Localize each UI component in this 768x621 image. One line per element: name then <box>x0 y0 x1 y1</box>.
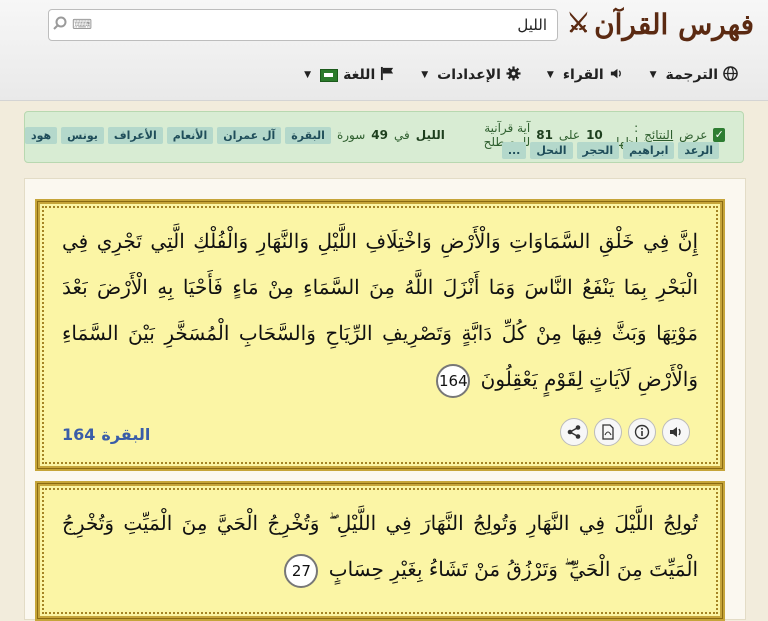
more-surahs-button[interactable]: ... <box>501 142 527 159</box>
verse-tools <box>560 418 690 446</box>
nav-language-label: اللغة <box>343 67 376 83</box>
results-prefix: عرض <box>679 128 708 142</box>
audio-icon[interactable] <box>662 418 690 446</box>
surah-chip[interactable]: ابراهيم <box>623 142 675 159</box>
surah-chip[interactable]: الأنعام <box>166 126 214 144</box>
top-header: فهرس القرآن ⚔ ⌨ الترجمة ▼ القراء ▼ <box>0 0 768 101</box>
verse-text: تُولِجُ اللَّيْلَ فِي النَّهَارِ وَتُولِ… <box>62 511 698 581</box>
total-count: 81 <box>536 128 553 142</box>
surah-chip[interactable]: يونس <box>61 126 104 144</box>
nav-settings-label: الإعدادات <box>437 67 501 83</box>
surah-chip[interactable]: البقرة <box>285 126 331 144</box>
checkbox-icon[interactable]: ✓ <box>713 128 725 142</box>
surah-chip[interactable]: آل عمران <box>217 126 282 144</box>
globe-icon <box>723 65 738 85</box>
verse-number-badge: 27 <box>284 553 319 588</box>
results-link[interactable]: النتائج <box>644 128 673 142</box>
main-nav: الترجمة ▼ القراء ▼ الإعدادات ▼ اللغة ▼ <box>304 60 738 90</box>
shown-count: 10 <box>586 128 603 142</box>
of-word: على <box>558 128 581 142</box>
surah-chip[interactable]: الأعراف <box>107 126 163 144</box>
site-brand[interactable]: فهرس القرآن ⚔ <box>567 4 754 44</box>
surah-word: سورة <box>336 128 366 142</box>
nav-language[interactable]: اللغة ▼ <box>304 66 395 85</box>
saudi-flag-icon <box>320 68 339 82</box>
nav-reciters[interactable]: القراء ▼ <box>547 66 624 85</box>
surah-count: 49 <box>371 128 388 142</box>
ayah-number[interactable]: 164 <box>62 425 95 444</box>
speaker-icon <box>609 66 624 85</box>
surah-chip[interactable]: هود <box>24 126 58 144</box>
surah-chip[interactable]: الحجر <box>576 142 620 159</box>
search-icon[interactable] <box>49 16 71 34</box>
verse-card: إِنَّ فِي خَلْقِ السَّمَاوَاتِ وَالْأَرْ… <box>35 199 725 471</box>
verse-text-block: إِنَّ فِي خَلْقِ السَّمَاوَاتِ وَالْأَرْ… <box>62 218 698 402</box>
surah-chips-row1: البقرة آل عمران الأنعام الأعراف يونس هود <box>24 126 331 144</box>
verse-text-block: تُولِجُ اللَّيْلَ فِي النَّهَارِ وَتُولِ… <box>62 500 698 592</box>
verse-text: إِنَّ فِي خَلْقِ السَّمَاوَاتِ وَالْأَرْ… <box>62 229 698 391</box>
keyboard-icon[interactable]: ⌨ <box>71 17 93 33</box>
surah-chip[interactable]: النحل <box>530 142 573 159</box>
pdf-icon[interactable] <box>594 418 622 446</box>
search-term: الليل <box>415 128 445 142</box>
chevron-down-icon: ▼ <box>649 70 657 80</box>
nav-translation[interactable]: الترجمة ▼ <box>649 65 738 85</box>
chevron-down-icon: ▼ <box>546 70 554 80</box>
chevron-down-icon: ▼ <box>421 70 429 80</box>
verse-number-badge: 164 <box>436 363 471 398</box>
surah-chips-row2: الرعد ابراهيم الحجر النحل ... <box>501 142 719 159</box>
share-icon[interactable] <box>560 418 588 446</box>
chevron-down-icon: ▼ <box>304 70 312 80</box>
flag-icon <box>380 66 395 85</box>
verse-reference[interactable]: البقرة 164 <box>62 425 150 444</box>
info-icon[interactable] <box>628 418 656 446</box>
nav-reciters-label: القراء <box>562 67 604 83</box>
verses-list: إِنَّ فِي خَلْقِ السَّمَاوَاتِ وَالْأَرْ… <box>24 178 746 621</box>
surah-name[interactable]: البقرة <box>101 425 150 444</box>
nav-translation-label: الترجمة <box>665 67 718 83</box>
nav-settings[interactable]: الإعدادات ▼ <box>421 65 521 85</box>
results-summary: ✓ عرض النتائج : إظهار 10 على 81 آية قرآن… <box>24 111 744 163</box>
verse-card: تُولِجُ اللَّيْلَ فِي النَّهَارِ وَتُولِ… <box>35 481 725 621</box>
in-word: في <box>394 128 410 142</box>
crossed-swords-logo-icon: ⚔ <box>566 9 591 39</box>
search-input[interactable] <box>93 11 557 39</box>
surah-chip[interactable]: الرعد <box>678 142 719 159</box>
app-title[interactable]: فهرس القرآن <box>594 8 754 41</box>
gear-icon <box>506 65 521 85</box>
search-box: ⌨ <box>48 9 558 41</box>
